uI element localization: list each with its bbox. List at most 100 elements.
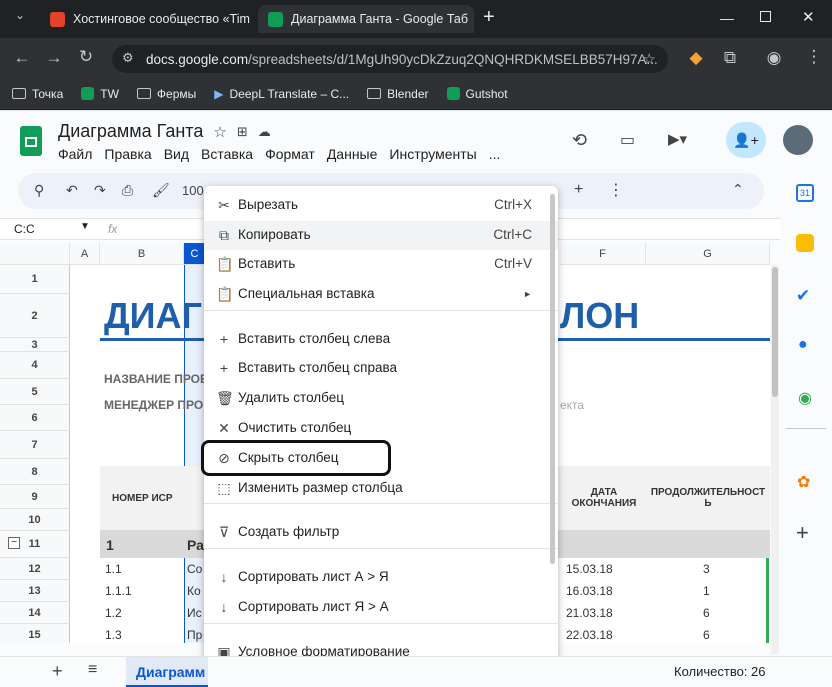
context-menu-item[interactable]: ↓ Сортировать лист Я > А	[204, 593, 558, 622]
cell[interactable]: 1	[703, 584, 710, 598]
selection-count[interactable]: Количество: 26	[674, 664, 766, 679]
bookmark-item[interactable]: Blender	[367, 87, 429, 101]
calendar-icon[interactable]: 31	[796, 184, 814, 202]
menu-data[interactable]: Данные	[327, 146, 378, 162]
maps-icon[interactable]: ◉	[798, 388, 812, 408]
row-header[interactable]: 12	[0, 558, 70, 580]
sheet-tab[interactable]: Диаграмм	[126, 657, 208, 687]
context-menu-item[interactable]: 🗑 Удалить столбец	[204, 384, 558, 413]
cell[interactable]: Пр	[187, 628, 202, 642]
context-menu-item[interactable]: ↓ Сортировать лист А > Я	[204, 563, 558, 592]
profile-avatar[interactable]: ◉	[760, 48, 788, 68]
chevron-down-icon[interactable]: ▼	[80, 221, 90, 232]
addon-icon[interactable]: ✿	[797, 472, 810, 492]
move-folder-icon[interactable]: ⊞	[237, 124, 248, 140]
chevron-up-icon[interactable]: ⌃	[732, 181, 744, 198]
bookmark-item[interactable]: Фермы	[136, 87, 196, 101]
metamask-icon[interactable]: ◆	[682, 48, 710, 68]
menu-more[interactable]: ...	[489, 146, 501, 162]
row-header[interactable]: 5	[0, 379, 70, 405]
bookmark-item[interactable]: Gutshot	[446, 87, 508, 101]
cell[interactable]: 15.03.18	[566, 562, 613, 576]
cell[interactable]: Со	[187, 562, 202, 576]
cell[interactable]: Ра	[187, 537, 204, 553]
row-header[interactable]: 3	[0, 338, 70, 352]
keep-icon[interactable]	[796, 234, 814, 252]
cell[interactable]: 3	[703, 562, 710, 576]
column-header[interactable]: B	[100, 243, 184, 265]
menu-file[interactable]: Файл	[58, 146, 92, 162]
site-info-icon[interactable]: ⚙	[122, 50, 134, 66]
vertical-scrollbar[interactable]	[771, 265, 779, 655]
maximize-icon[interactable]	[760, 11, 771, 22]
menu-scrollbar[interactable]	[550, 194, 555, 564]
address-bar[interactable]: ⚙ docs.google.com/spreadsheets/d/1MgUh90…	[112, 45, 668, 73]
context-menu-item[interactable]: ✕ Очистить столбец	[204, 414, 558, 443]
cell[interactable]: 1.2	[105, 606, 122, 620]
close-window-icon[interactable]: ✕	[802, 8, 815, 26]
cell[interactable]: Ис	[187, 606, 202, 620]
context-menu-item[interactable]: + Вставить столбец слева	[204, 325, 558, 354]
context-menu-item[interactable]: + Вставить столбец справа	[204, 354, 558, 383]
context-menu-item[interactable]: ✂ Вырезать Ctrl+X	[204, 191, 558, 220]
name-box[interactable]: C:C	[14, 222, 35, 236]
new-tab-icon[interactable]: +	[483, 6, 495, 29]
menu-insert[interactable]: Вставка	[201, 146, 253, 162]
reload-icon[interactable]: ↻	[72, 47, 100, 67]
row-header[interactable]: 7	[0, 431, 70, 459]
tasks-icon[interactable]: ✔	[796, 286, 810, 306]
cell[interactable]: 6	[703, 606, 710, 620]
add-sheet-icon[interactable]: +	[52, 661, 63, 682]
browser-tab-2[interactable]: Диаграмма Ганта - Google Таб ✕	[258, 5, 474, 33]
print-icon[interactable]: ⎙	[122, 182, 133, 199]
row-header[interactable]: 9	[0, 485, 70, 509]
document-title[interactable]: Диаграмма Ганта	[58, 121, 203, 142]
context-menu-item[interactable]: 📋 Специальная вставка ►	[204, 280, 558, 309]
menu-format[interactable]: Формат	[265, 146, 315, 162]
cloud-status-icon[interactable]: ☁	[258, 124, 271, 140]
column-header[interactable]: A	[70, 243, 100, 265]
corner-cell[interactable]	[0, 243, 70, 265]
history-icon[interactable]: ⟲	[572, 130, 587, 151]
tab-search-icon[interactable]: ⌄	[6, 8, 34, 22]
collapse-group-icon[interactable]: −	[8, 537, 20, 549]
cell[interactable]: 1.1	[105, 562, 122, 576]
column-header-selected[interactable]: C	[184, 243, 206, 265]
browser-tab-1[interactable]: Хостинговое сообщество «Tim ✕	[40, 5, 256, 33]
all-sheets-icon[interactable]: ≡	[88, 661, 97, 679]
undo-icon[interactable]: ↶	[66, 182, 78, 199]
bookmark-item[interactable]: TW	[81, 87, 119, 101]
menu-tools[interactable]: Инструменты	[389, 146, 476, 162]
contacts-icon[interactable]: ●	[798, 336, 808, 354]
row-header[interactable]: 15	[0, 624, 70, 643]
bookmark-star-icon[interactable]: ☆	[643, 50, 656, 68]
row-header[interactable]: 14	[0, 602, 70, 624]
row-header[interactable]: 4	[0, 352, 70, 379]
forward-icon[interactable]: →	[40, 48, 68, 68]
row-header[interactable]: 8	[0, 459, 70, 485]
minimize-icon[interactable]: —	[720, 10, 734, 26]
comments-icon[interactable]: ▭	[620, 130, 635, 150]
row-header[interactable]: 13	[0, 580, 70, 602]
share-button[interactable]: 👤+	[726, 122, 766, 158]
context-menu-item[interactable]: ⬚ Изменить размер столбца	[204, 474, 558, 503]
cell[interactable]: Ко	[187, 584, 201, 598]
row-header[interactable]: 6	[0, 405, 70, 431]
paint-format-icon[interactable]: 🖌	[152, 182, 170, 199]
cell[interactable]: 1.1.1	[105, 584, 132, 598]
cell[interactable]: 1	[106, 537, 114, 553]
menu-icon[interactable]: ⋮	[800, 47, 828, 67]
search-icon[interactable]: ⚲	[34, 182, 44, 199]
cell[interactable]: 22.03.18	[566, 628, 613, 642]
back-icon[interactable]: ←	[8, 48, 36, 68]
get-addons-icon[interactable]: +	[796, 520, 809, 546]
column-header[interactable]: G	[646, 243, 770, 265]
bookmark-item[interactable]: Точка	[12, 87, 63, 101]
context-menu-item[interactable]: 📋 Вставить Ctrl+V	[204, 250, 558, 279]
bookmark-item[interactable]: ▶ DeepL Translate – C...	[214, 87, 349, 101]
cell[interactable]: 16.03.18	[566, 584, 613, 598]
menu-edit[interactable]: Правка	[104, 146, 151, 162]
avatar[interactable]	[783, 125, 813, 155]
plus-icon[interactable]: +	[574, 181, 583, 199]
redo-icon[interactable]: ↷	[94, 182, 106, 199]
